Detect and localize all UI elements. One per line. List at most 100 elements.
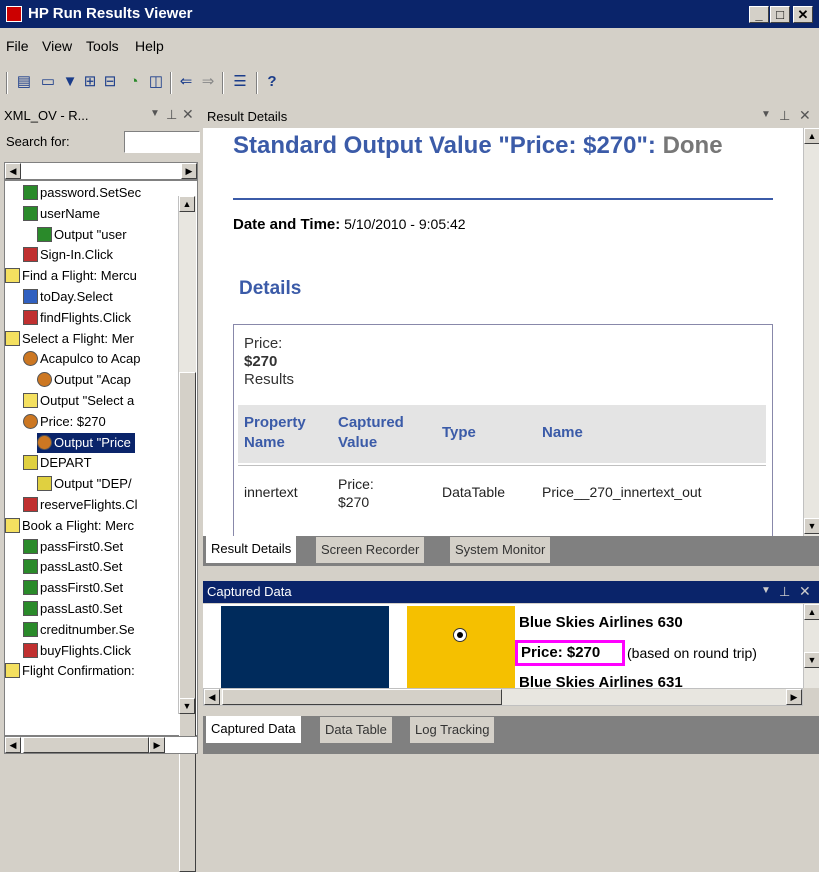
window-title: HP Run Results Viewer: [28, 5, 193, 22]
tree-item[interactable]: Output "Select a: [23, 391, 134, 411]
tree-hscroll-thumb[interactable]: [23, 737, 149, 753]
tree-item-label: Sign-In.Click: [40, 247, 113, 263]
pin-icon[interactable]: ⊥: [779, 584, 790, 600]
tree-item[interactable]: passFirst0.Set: [23, 537, 123, 557]
forward-icon[interactable]: ⇒: [198, 72, 218, 92]
close-icon[interactable]: ✕: [799, 583, 811, 600]
tree-item-label: Output "user: [54, 226, 127, 242]
tree-item[interactable]: Sign-In.Click: [23, 245, 113, 265]
tab-captured-data[interactable]: Captured Data: [205, 716, 302, 744]
close-icon[interactable]: ✕: [799, 107, 811, 124]
button-icon: [23, 247, 38, 263]
tree-item[interactable]: Select a Flight: Mer: [5, 329, 134, 349]
jump-icon[interactable]: ◫: [146, 72, 166, 92]
abc-icon: [23, 205, 38, 221]
result-details-header: Result Details ▼ ⊥ ✕: [203, 105, 819, 127]
details-box-title: Price: $270 Results: [244, 335, 295, 388]
scroll-right-icon[interactable]: ▶: [786, 689, 802, 705]
tree-item[interactable]: Output "DEP/: [37, 474, 132, 494]
app-icon: [6, 6, 22, 22]
pin-icon[interactable]: ⊥: [166, 107, 177, 123]
dropdown-icon[interactable]: ▼: [761, 585, 771, 596]
scroll-down-icon[interactable]: ▼: [804, 518, 819, 534]
captured-vscroll[interactable]: ▲ ▼: [803, 604, 819, 688]
open-icon[interactable]: ▤: [14, 72, 34, 92]
tab-log-tracking[interactable]: Log Tracking: [409, 716, 496, 744]
tree-item[interactable]: Flight Confirmation:: [5, 661, 135, 681]
tree-vscroll[interactable]: ▲ ▼: [178, 196, 196, 872]
details-vscroll[interactable]: ▲ ▼: [803, 128, 819, 536]
tab-system-monitor[interactable]: System Monitor: [449, 536, 552, 564]
scroll-up-icon[interactable]: ▲: [804, 604, 819, 620]
maximize-button[interactable]: □: [770, 6, 790, 23]
scroll-right-icon[interactable]: ▶: [181, 163, 197, 179]
dropdown-icon[interactable]: ▼: [150, 108, 160, 119]
top-tabs: Result Details Screen Recorder System Mo…: [203, 536, 819, 566]
tree-item-label: reserveFlights.Cl: [40, 497, 138, 512]
filter-icon[interactable]: ▼: [60, 72, 80, 92]
scroll-down-icon[interactable]: ▼: [804, 652, 819, 668]
collapse-icon[interactable]: ⊟: [100, 72, 120, 92]
tab-data-table[interactable]: Data Table: [319, 716, 393, 744]
close-icon[interactable]: ✕: [182, 106, 194, 123]
tree-item[interactable]: passLast0.Set: [23, 599, 122, 619]
expand-icon[interactable]: ⊞: [80, 72, 100, 92]
back-icon[interactable]: ⇐: [176, 72, 196, 92]
minimize-button[interactable]: _: [749, 6, 769, 23]
tree-item[interactable]: passFirst0.Set: [23, 578, 123, 598]
tree-item[interactable]: passLast0.Set: [23, 557, 122, 577]
pin-icon[interactable]: ⊥: [779, 108, 790, 124]
scroll-left-icon[interactable]: ◀: [5, 737, 21, 753]
scroll-up-icon[interactable]: ▲: [804, 128, 819, 144]
tree-item[interactable]: Price: $270: [23, 412, 106, 432]
tree-item[interactable]: Acapulco to Acap: [23, 349, 140, 369]
print-icon[interactable]: ▭: [38, 72, 58, 92]
tree-item[interactable]: password.SetSec: [23, 183, 141, 203]
tree-item[interactable]: findFlights.Click: [23, 308, 131, 328]
col-name: Name: [542, 424, 583, 441]
tree-item[interactable]: Output "Price: [37, 432, 135, 453]
tree-item[interactable]: toDay.Select: [23, 287, 113, 307]
tree-scroll-thumb[interactable]: [179, 372, 196, 872]
tree-item[interactable]: Output "Acap: [37, 370, 131, 390]
tab-screen-recorder[interactable]: Screen Recorder: [315, 536, 426, 564]
tree-item[interactable]: reserveFlights.Cl: [23, 495, 138, 515]
tree-item[interactable]: buyFlights.Click: [23, 641, 131, 661]
abc-icon: [23, 185, 38, 200]
scroll-down-icon[interactable]: ▼: [179, 698, 195, 714]
menu-help[interactable]: Help: [135, 38, 164, 54]
captured-hscroll[interactable]: ◀ ▶: [203, 688, 803, 706]
tree-item[interactable]: creditnumber.Se: [23, 620, 135, 640]
help-icon[interactable]: ?: [262, 72, 282, 92]
tree-item[interactable]: userName: [23, 204, 100, 224]
result-details-title: Result Details: [207, 109, 288, 124]
tree-item[interactable]: Book a Flight: Merc: [5, 516, 134, 536]
tree-item[interactable]: DEPART: [23, 453, 92, 473]
col-property-name: Property Name: [244, 414, 306, 451]
tree-hscroll-top[interactable]: ◀ ▶: [4, 162, 198, 180]
menu-tools[interactable]: Tools: [86, 38, 119, 54]
tree-hscroll[interactable]: ◀ ▶: [4, 736, 198, 754]
tree-item[interactable]: Output "user: [37, 225, 127, 245]
refresh-icon[interactable]: ◔: [124, 72, 144, 92]
tree-item-label: creditnumber.Se: [40, 621, 135, 637]
close-button[interactable]: ✕: [793, 6, 813, 23]
dropdown-icon[interactable]: ▼: [761, 109, 771, 120]
grid-icon: [23, 455, 38, 471]
captured-data-title: Captured Data: [207, 584, 292, 599]
search-input[interactable]: [124, 131, 200, 153]
list-icon[interactable]: ☰: [230, 72, 250, 92]
scroll-right-icon[interactable]: ▶: [149, 737, 165, 753]
abc-icon: [23, 538, 38, 554]
scroll-left-icon[interactable]: ◀: [204, 689, 220, 705]
captured-hscroll-thumb[interactable]: [222, 689, 502, 705]
scroll-up-icon[interactable]: ▲: [179, 196, 195, 212]
menu-view[interactable]: View: [42, 38, 72, 54]
table-header: Property Name Captured Value Type Name: [238, 405, 766, 463]
col-type: Type: [442, 424, 476, 441]
menu-file[interactable]: File: [6, 38, 29, 54]
tab-result-details[interactable]: Result Details: [205, 536, 298, 564]
tree-item[interactable]: Find a Flight: Mercu: [5, 266, 137, 286]
tree-item-label: DEPART: [40, 455, 92, 471]
scroll-left-icon[interactable]: ◀: [5, 163, 21, 179]
